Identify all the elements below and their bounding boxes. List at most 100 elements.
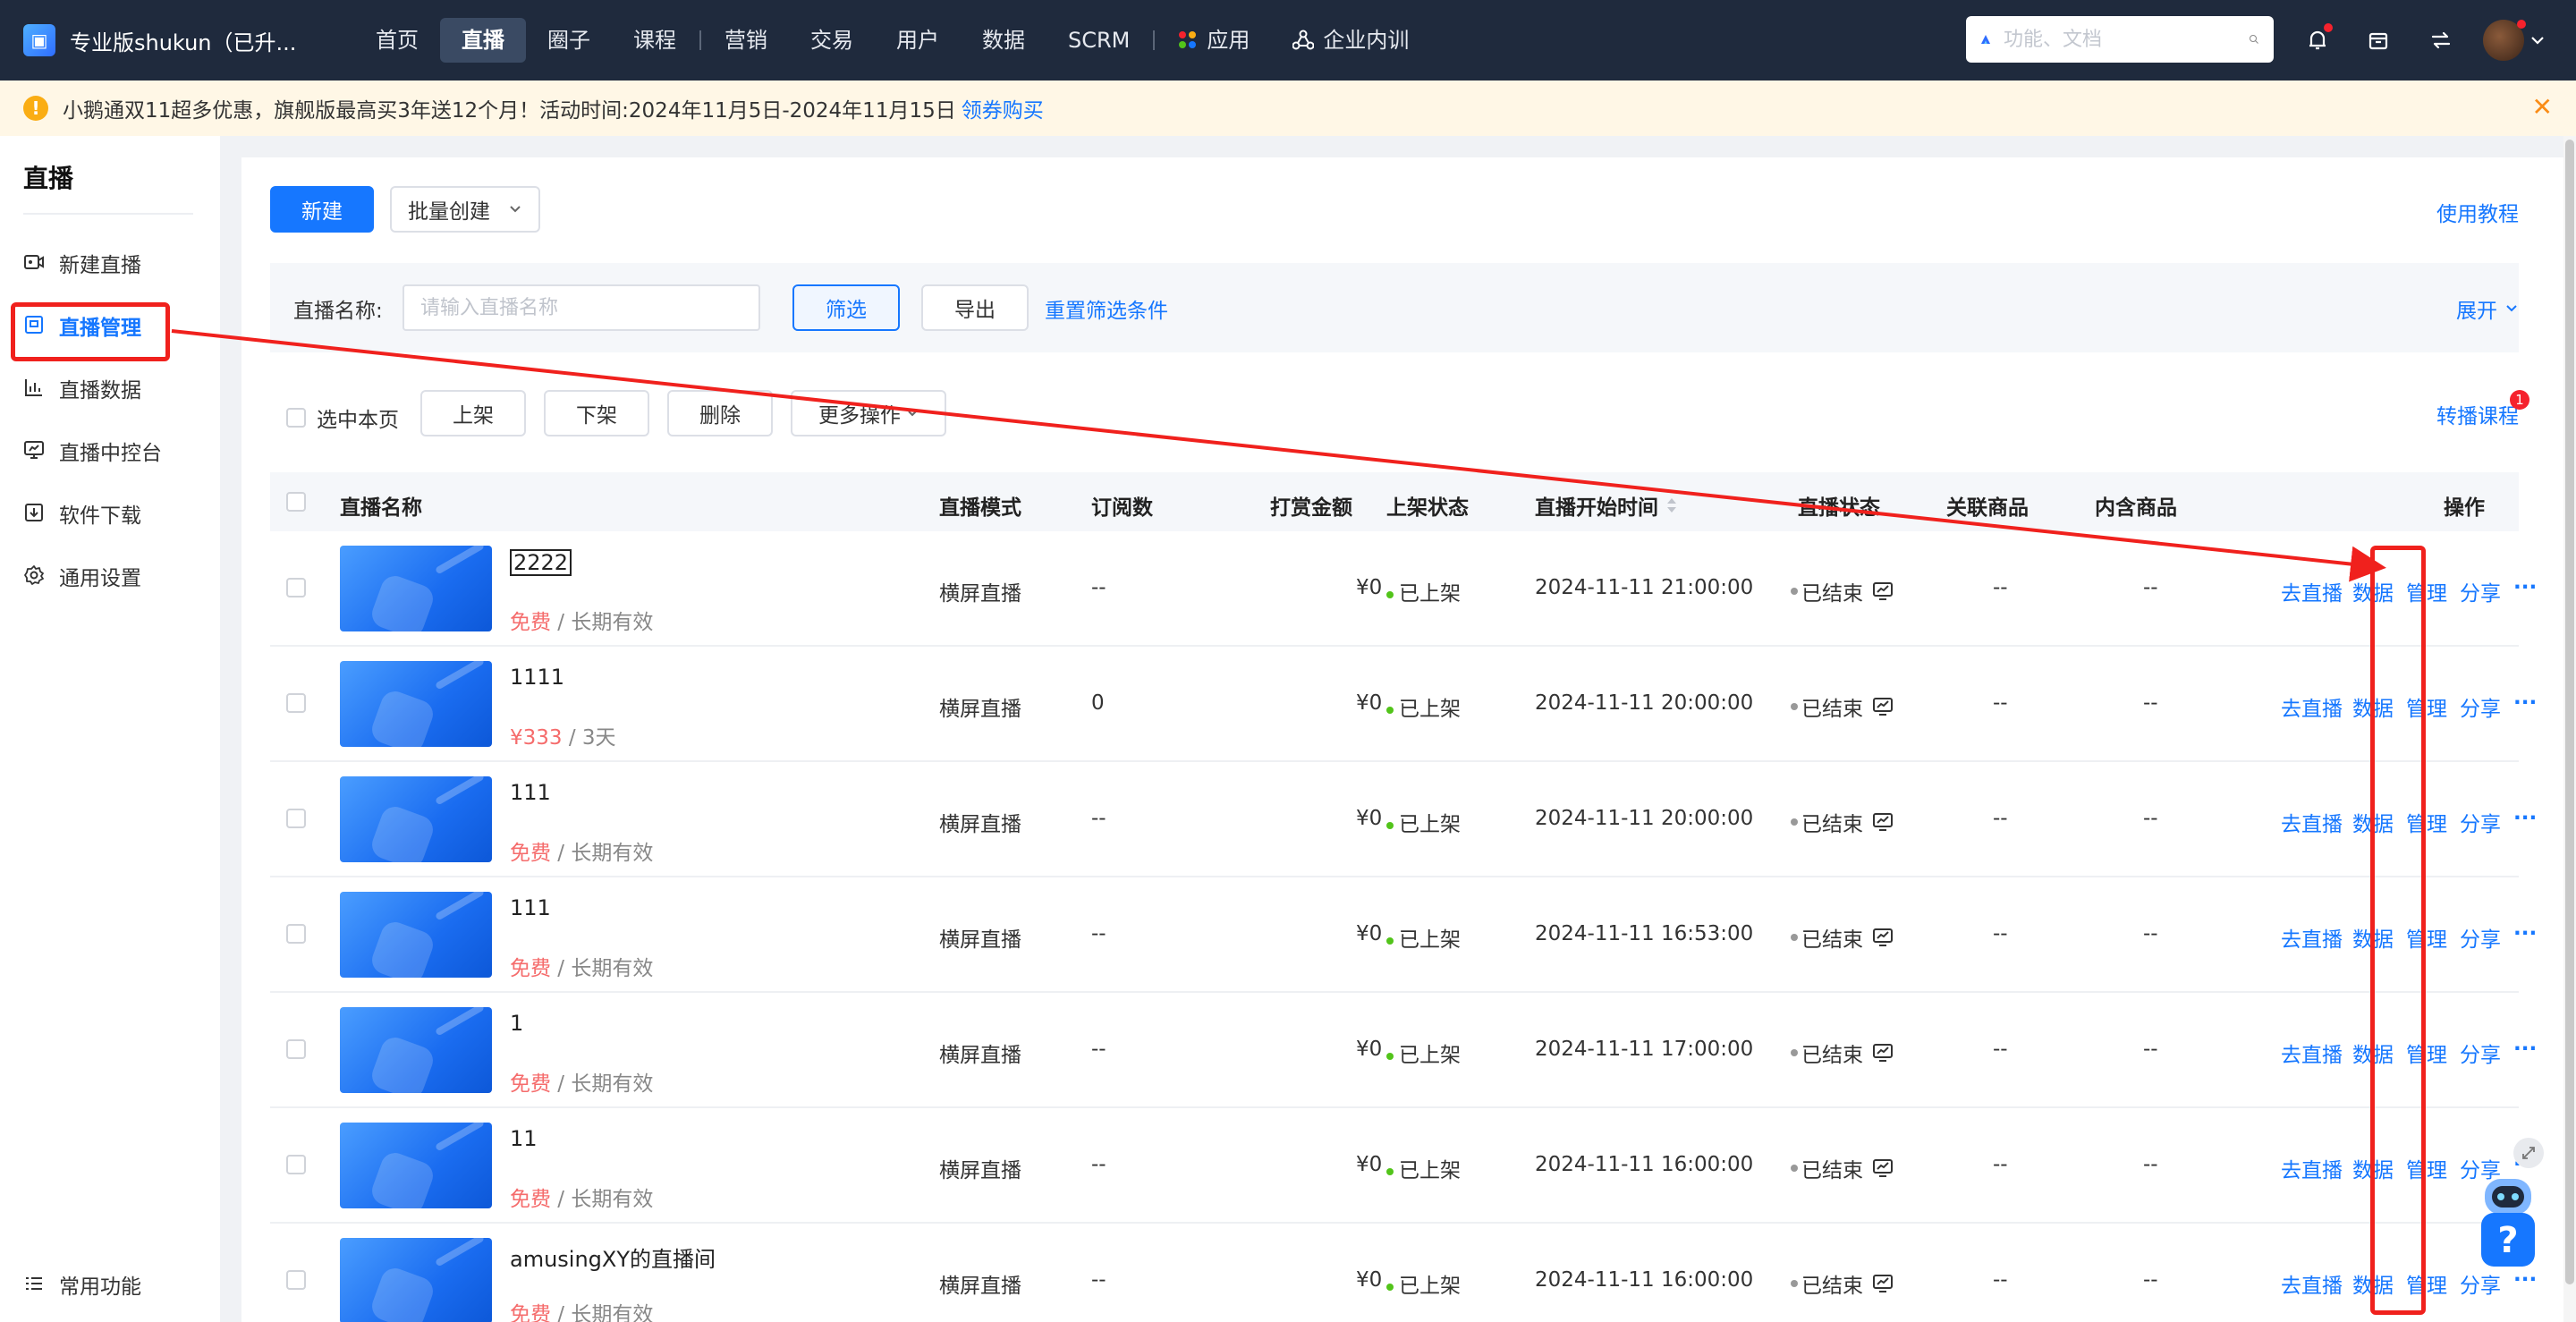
live-name[interactable]: 11 [510, 1126, 538, 1151]
live-thumbnail[interactable] [340, 776, 492, 862]
nav-training[interactable]: 企业内训 [1271, 18, 1430, 63]
select-all-checkbox[interactable] [286, 492, 306, 512]
nav-course[interactable]: 课程 [612, 18, 698, 63]
live-name-input[interactable] [402, 284, 760, 331]
export-button[interactable]: 导出 [921, 284, 1029, 331]
row-checkbox[interactable] [286, 1270, 306, 1290]
more-icon[interactable]: ··· [2513, 691, 2537, 715]
live-name[interactable]: 2222 [510, 549, 572, 576]
live-name[interactable]: 1 [510, 1011, 523, 1036]
filter-button[interactable]: 筛选 [792, 284, 900, 331]
row-checkbox[interactable] [286, 809, 306, 828]
batch-create-dropdown[interactable]: 批量创建 [390, 186, 540, 233]
replay-icon[interactable] [1872, 1043, 1894, 1063]
more-actions-dropdown[interactable]: 更多操作 [791, 390, 946, 436]
nav-scrm[interactable]: SCRM [1046, 18, 1151, 63]
expand-link[interactable]: 展开 [2456, 293, 2519, 324]
go-live-button[interactable]: 去直播 [2281, 691, 2343, 722]
close-icon[interactable]: ✕ [2532, 95, 2553, 120]
bell-icon[interactable] [2302, 23, 2333, 55]
start-time: 2024-11-11 16:00:00 [1535, 1268, 1754, 1292]
scrollbar-thumb[interactable] [2565, 140, 2574, 1284]
live-name[interactable]: amusingXY的直播间 [510, 1241, 716, 1273]
switch-icon[interactable] [2426, 25, 2456, 55]
go-live-button[interactable]: 去直播 [2281, 1038, 2343, 1068]
search-icon[interactable] [2249, 29, 2259, 50]
share-button[interactable]: 分享 [2460, 576, 2501, 606]
replay-icon[interactable] [1872, 581, 1894, 601]
row-checkbox[interactable] [286, 1039, 306, 1059]
share-button[interactable]: 分享 [2460, 1038, 2501, 1068]
nav-data[interactable]: 数据 [961, 18, 1046, 63]
live-thumbnail[interactable] [340, 892, 492, 978]
replay-icon[interactable] [1872, 812, 1894, 832]
go-live-button[interactable]: 去直播 [2281, 922, 2343, 953]
status-dot [1791, 1049, 1798, 1056]
brand-logo-icon: ▣ [23, 24, 55, 56]
go-live-button[interactable]: 去直播 [2281, 576, 2343, 606]
search-input[interactable] [2004, 28, 2249, 51]
more-icon[interactable]: ··· [2513, 922, 2537, 945]
more-icon[interactable]: ··· [2513, 576, 2537, 599]
sidebar-item-settings[interactable]: 通用设置 [23, 558, 141, 594]
replay-icon[interactable] [1872, 1274, 1894, 1293]
nav-circle[interactable]: 圈子 [526, 18, 612, 63]
live-thumbnail[interactable] [340, 661, 492, 747]
replay-icon[interactable] [1872, 1158, 1894, 1178]
row-checkbox[interactable] [286, 693, 306, 713]
chevron-down-icon[interactable] [2522, 25, 2553, 55]
share-button[interactable]: 分享 [2460, 691, 2501, 722]
go-live-button[interactable]: 去直播 [2281, 807, 2343, 837]
share-button[interactable]: 分享 [2460, 1268, 2501, 1299]
live-thumbnail[interactable] [340, 1238, 492, 1322]
sidebar-item-new-live[interactable]: 新建直播 [23, 245, 141, 281]
live-thumbnail[interactable] [340, 1123, 492, 1208]
row-checkbox[interactable] [286, 1155, 306, 1174]
shelve-button[interactable]: 上架 [420, 390, 526, 436]
more-icon[interactable]: ··· [2513, 1038, 2537, 1061]
help-assistant[interactable]: ? [2476, 1172, 2540, 1270]
notice-link[interactable]: 领券购买 [962, 93, 1044, 123]
nav-trade[interactable]: 交易 [789, 18, 875, 63]
replay-icon[interactable] [1872, 928, 1894, 947]
select-page[interactable]: 选中本页 [286, 403, 399, 433]
live-thumbnail[interactable] [340, 1007, 492, 1093]
new-button[interactable]: 新建 [270, 186, 374, 233]
price-value: ¥333 [510, 726, 563, 750]
select-page-checkbox[interactable] [286, 408, 306, 428]
th-start-time[interactable]: 直播开始时间 [1535, 490, 1678, 521]
row-checkbox[interactable] [286, 924, 306, 944]
replay-icon[interactable] [1872, 697, 1894, 716]
nav-apps[interactable]: 应用 [1157, 18, 1271, 63]
unshelve-button[interactable]: 下架 [544, 390, 649, 436]
live-name[interactable]: 111 [510, 780, 551, 805]
delete-button[interactable]: 删除 [667, 390, 773, 436]
transfer-course-link[interactable]: 转播课程 [2436, 399, 2519, 429]
more-icon[interactable]: ··· [2513, 807, 2537, 830]
live-thumbnail[interactable] [340, 546, 492, 631]
sidebar-common-functions[interactable]: 常用功能 [23, 1267, 141, 1302]
share-button[interactable]: 分享 [2460, 922, 2501, 953]
live-name[interactable]: 1111 [510, 665, 564, 690]
nav-home[interactable]: 首页 [354, 18, 440, 63]
sort-icon[interactable] [1665, 496, 1678, 515]
nav-live[interactable]: 直播 [440, 18, 526, 63]
nav-users[interactable]: 用户 [875, 18, 961, 63]
sidebar-item-download[interactable]: 软件下载 [23, 496, 141, 531]
nav-marketing[interactable]: 营销 [703, 18, 789, 63]
reset-filters-link[interactable]: 重置筛选条件 [1045, 293, 1168, 324]
go-live-button[interactable]: 去直播 [2281, 1268, 2343, 1299]
more-icon[interactable]: ··· [2513, 1268, 2537, 1292]
expand-arrows-icon[interactable] [2513, 1138, 2544, 1168]
go-live-button[interactable]: 去直播 [2281, 1153, 2343, 1183]
tutorial-link[interactable]: 使用教程 [2436, 197, 2519, 227]
sidebar-item-live-data[interactable]: 直播数据 [23, 370, 141, 406]
sidebar-item-console[interactable]: 直播中控台 [23, 433, 162, 469]
row-checkbox[interactable] [286, 578, 306, 597]
avatar[interactable] [2483, 20, 2526, 61]
brand[interactable]: ▣ 专业版shukun（已升... [0, 24, 354, 56]
global-search[interactable] [1966, 16, 2274, 63]
share-button[interactable]: 分享 [2460, 807, 2501, 837]
store-icon[interactable] [2363, 25, 2394, 55]
live-name[interactable]: 111 [510, 895, 551, 920]
